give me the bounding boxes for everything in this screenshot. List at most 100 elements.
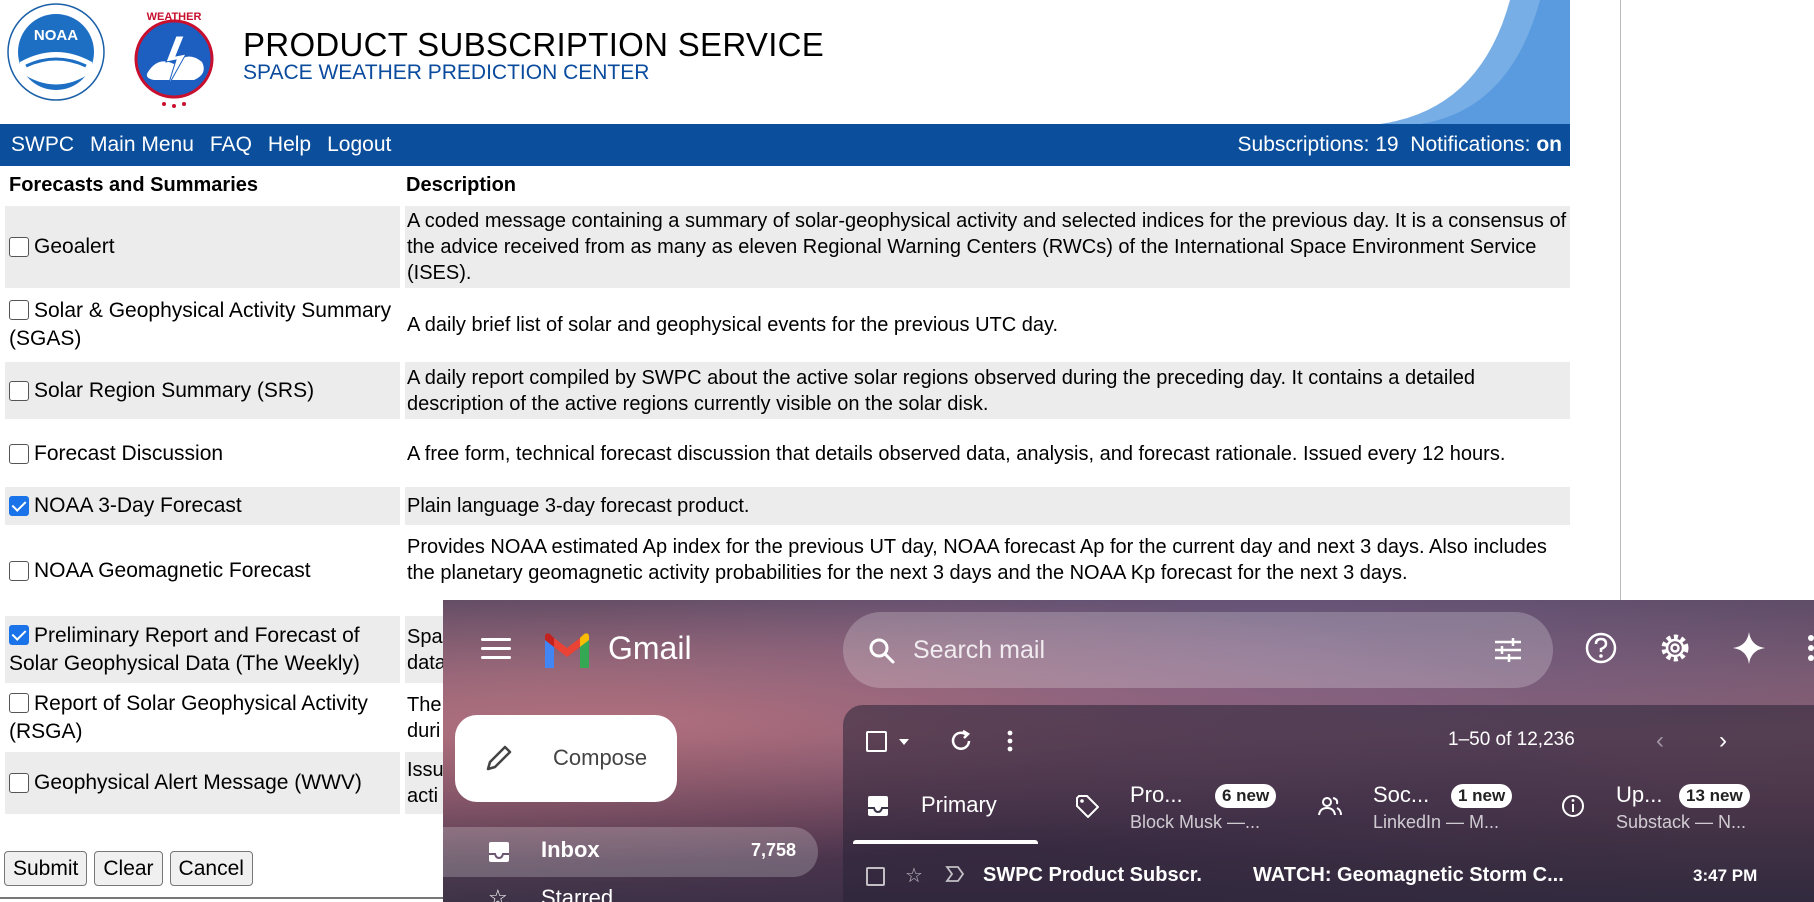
subscription-status: Subscriptions: 19 Notifications: on: [1238, 133, 1562, 157]
nws-logo: WEATHER: [134, 11, 214, 108]
info-icon: [1562, 795, 1584, 817]
col-header-product: Forecasts and Summaries: [9, 174, 258, 196]
tab-snippet: LinkedIn — M...: [1373, 812, 1500, 832]
search-bar: [843, 612, 1553, 688]
nav-link-help[interactable]: Help: [268, 133, 311, 157]
search-icon[interactable]: [868, 637, 896, 665]
checkbox-wwv[interactable]: [9, 773, 29, 793]
checkbox-geomagnetic-forecast[interactable]: [9, 560, 29, 581]
new-count-badge: 13 new: [1679, 784, 1750, 808]
product-description: A coded message containing a summary of …: [405, 206, 1570, 288]
nav-link-faq[interactable]: FAQ: [210, 133, 252, 157]
svg-text:NOAA: NOAA: [34, 27, 78, 44]
tab-promotions[interactable]: Pro... 6 new Block Musk —...: [1075, 770, 1277, 840]
sparkle-icon[interactable]: [1731, 630, 1767, 666]
people-icon: [1318, 797, 1342, 816]
active-tab-indicator: [853, 840, 1038, 844]
chevron-down-icon[interactable]: [899, 739, 909, 745]
new-count-badge: 1 new: [1451, 784, 1513, 808]
email-checkbox[interactable]: [866, 867, 885, 886]
window-divider: [1620, 0, 1621, 600]
gmail-brand: Gmail: [608, 630, 692, 666]
category-tabs: Primary Pro... 6 new Block Musk —... Soc…: [843, 770, 1814, 840]
chevron-left-icon[interactable]: ‹: [1656, 727, 1664, 755]
nav-link-main-menu[interactable]: Main Menu: [90, 133, 194, 157]
page-title: PRODUCT SUBSCRIPTION SERVICE: [243, 26, 825, 63]
checkbox-the-weekly[interactable]: [9, 624, 29, 645]
tab-label: Soc...: [1373, 782, 1430, 807]
sidebar-item-starred[interactable]: ☆ Starred: [488, 885, 788, 902]
product-description: A free form, technical forecast discussi…: [405, 423, 1570, 484]
product-name: NOAA 3-Day Forecast: [34, 494, 242, 517]
nav-link-swpc[interactable]: SWPC: [11, 133, 74, 157]
tab-social[interactable]: Soc... 1 new LinkedIn — M...: [1318, 770, 1518, 840]
email-time: 3:47 PM: [1693, 866, 1758, 885]
gmail-window: Gmail Search mail Compose Inbox 7,758 ☆ …: [443, 600, 1814, 902]
table-row: Solar & Geophysical Activity Summary (SG…: [5, 291, 1570, 358]
checkbox-geoalert[interactable]: [9, 237, 29, 257]
nav-bar: SWPC Main Menu FAQ Help Logout Subscript…: [0, 124, 1570, 166]
product-description: Plain language 3-day forecast product.: [405, 487, 1570, 525]
more-vert-icon[interactable]: [1006, 729, 1014, 753]
tab-primary[interactable]: Primary: [866, 770, 1066, 840]
submit-button[interactable]: Submit: [4, 851, 88, 886]
select-all-checkbox[interactable]: [866, 731, 887, 752]
sidebar-item-label: Inbox: [541, 837, 600, 862]
star-icon: ☆: [488, 885, 508, 902]
chevron-right-icon[interactable]: ›: [1719, 727, 1727, 755]
tab-snippet: Block Musk —...: [1130, 812, 1261, 832]
checkbox-noaa-3-day-forecast[interactable]: [9, 496, 29, 516]
checkbox-forecast-discussion[interactable]: [9, 443, 29, 464]
product-name: Solar Region Summary (SRS): [34, 378, 315, 402]
table-row: NOAA 3-Day Forecast Plain language 3-day…: [5, 487, 1570, 525]
table-row: Geoalert A coded message containing a su…: [5, 206, 1570, 288]
tune-icon[interactable]: [1493, 636, 1523, 664]
noaa-logo: NOAA: [7, 3, 105, 101]
search-input[interactable]: [913, 632, 1433, 668]
tab-label: Pro...: [1130, 782, 1183, 807]
help-icon[interactable]: [1583, 630, 1619, 666]
inbox-icon: [489, 842, 509, 862]
tag-icon: [1076, 795, 1099, 818]
pencil-icon: [486, 745, 512, 771]
product-description: A daily report compiled by SWPC about th…: [405, 362, 1570, 419]
notifications-label: Notifications:: [1410, 133, 1531, 156]
product-name: Geophysical Alert Message (WWV): [34, 771, 362, 794]
tab-label: Primary: [921, 792, 997, 817]
svg-text:WEATHER: WEATHER: [147, 11, 202, 23]
important-marker-icon[interactable]: [945, 865, 965, 883]
menu-icon[interactable]: [481, 638, 511, 662]
email-subject: WATCH: Geomagnetic Storm C...: [1253, 864, 1564, 886]
email-sender: SWPC Product Subscr.: [983, 864, 1202, 886]
sidebar-item-inbox[interactable]: Inbox 7,758: [443, 827, 818, 877]
mail-toolbar: 1–50 of 12,236 ‹ ›: [866, 723, 1806, 759]
table-row: Solar Region Summary (SRS) A daily repor…: [5, 362, 1570, 419]
checkbox-rsga[interactable]: [9, 692, 29, 713]
product-name: Solar & Geophysical Activity Summary (SG…: [9, 298, 392, 350]
apps-icon[interactable]: [1805, 630, 1814, 666]
inbox-count: 7,758: [750, 840, 796, 860]
subscriptions-count: Subscriptions: 19: [1237, 133, 1399, 156]
gear-icon[interactable]: [1657, 630, 1693, 666]
page-subtitle: SPACE WEATHER PREDICTION CENTER: [243, 61, 650, 84]
table-row: Forecast Discussion A free form, technic…: [5, 423, 1570, 484]
refresh-icon[interactable]: [949, 729, 973, 753]
form-buttons: Submit Clear Cancel: [4, 851, 253, 886]
product-name: NOAA Geomagnetic Forecast: [34, 558, 311, 582]
product-name: Geoalert: [34, 235, 115, 258]
clear-button[interactable]: Clear: [94, 851, 163, 886]
sidebar-item-label: Starred: [541, 885, 614, 902]
tab-label: Up...: [1616, 782, 1663, 807]
checkbox-srs[interactable]: [9, 380, 29, 401]
cancel-button[interactable]: Cancel: [169, 851, 253, 886]
new-count-badge: 6 new: [1215, 784, 1277, 808]
star-icon[interactable]: ☆: [905, 863, 923, 888]
gmail-logo-icon: [545, 633, 589, 668]
checkbox-sgas[interactable]: [9, 299, 29, 320]
banner-swoosh: [1380, 0, 1570, 124]
tab-updates[interactable]: Up... 13 new Substack — N...: [1561, 770, 1814, 840]
email-row[interactable]: ☆ SWPC Product Subscr. WATCH: Geomagneti…: [843, 857, 1814, 893]
nav-link-logout[interactable]: Logout: [327, 133, 391, 157]
product-description: A daily brief list of solar and geophysi…: [405, 291, 1570, 358]
compose-button[interactable]: Compose: [455, 715, 677, 802]
